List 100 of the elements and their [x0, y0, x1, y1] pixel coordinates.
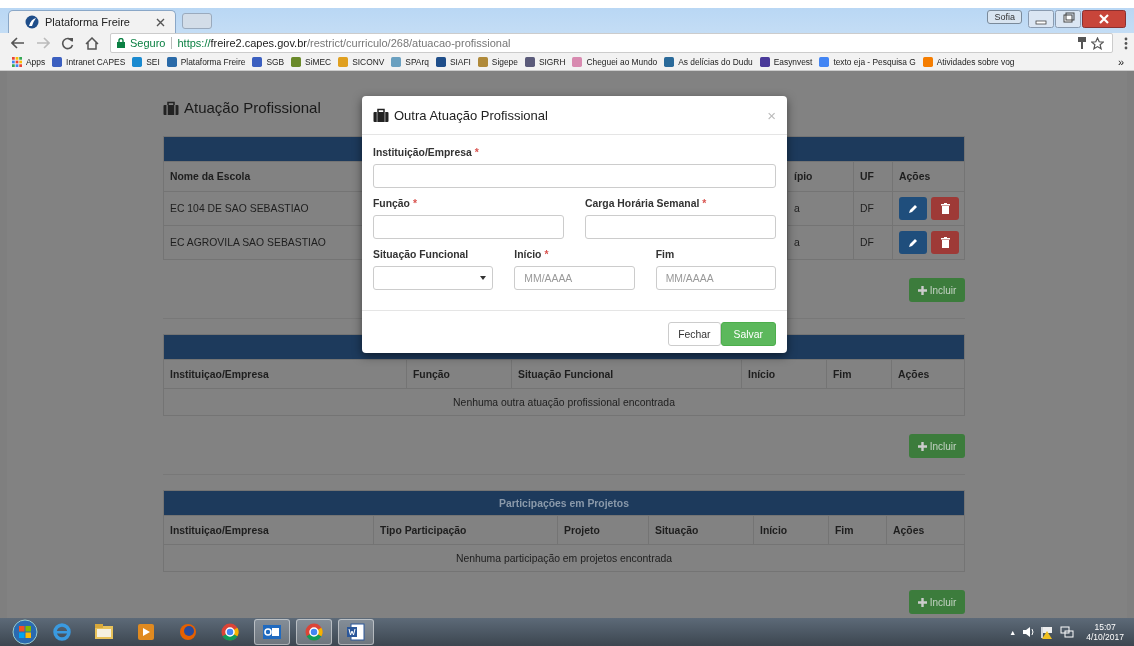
- flag-icon[interactable]: [1040, 625, 1055, 639]
- empty-message: Nenhuma outra atuação profissional encontrada: [452, 395, 676, 410]
- url-text: https://freire2.capes.gov.br/restrict/curriculo/268/atuacao-profissional: [177, 37, 511, 49]
- column-header: UF: [853, 162, 892, 191]
- trash-icon: [940, 203, 950, 214]
- column-header: Início: [741, 360, 826, 388]
- bookmark[interactable]: SEI: [132, 56, 160, 67]
- start-button-icon[interactable]: [12, 619, 38, 645]
- column-header: Instituiçao/Empresa: [169, 523, 270, 538]
- bookmark[interactable]: Sigepe: [477, 56, 518, 67]
- user-button[interactable]: Sofia: [987, 10, 1022, 24]
- bookmark-icon: [759, 56, 770, 67]
- bookmark[interactable]: Cheguei ao Mundo: [572, 56, 658, 67]
- more-bookmarks-button[interactable]: »: [1117, 55, 1124, 68]
- column-header: Situação: [648, 516, 753, 544]
- required-mark: *: [412, 198, 417, 209]
- field-label: Situação Funcional: [373, 249, 470, 260]
- bookmark[interactable]: SIGRH: [524, 56, 566, 67]
- apps-grid-icon: [12, 56, 22, 67]
- taskbar-button[interactable]: [338, 619, 374, 645]
- bookmark[interactable]: texto eja - Pesquisa G: [819, 56, 916, 67]
- table-cell: DF: [853, 226, 892, 259]
- column-header: Situação Funcional: [511, 360, 741, 388]
- column-header: Projeto: [557, 516, 648, 544]
- clock-date: 4/10/2017: [1086, 632, 1124, 642]
- close-icon[interactable]: [156, 17, 165, 27]
- back-arrow-icon[interactable]: [11, 37, 25, 49]
- taskbar-button[interactable]: [254, 619, 290, 645]
- bookmark[interactable]: SGB: [252, 56, 285, 67]
- browser-tab[interactable]: Plataforma Freire: [8, 10, 176, 33]
- bookmark-icon: [166, 56, 177, 67]
- restore-icon[interactable]: [1055, 10, 1081, 28]
- bookmark[interactable]: Apps: [12, 56, 46, 67]
- input-field[interactable]: MM/AAAA: [655, 266, 776, 290]
- bookmark-icon: [664, 56, 675, 67]
- column-header: Ações: [886, 516, 964, 544]
- site-logo-icon: [25, 15, 39, 29]
- bookmark-icon: [52, 56, 63, 67]
- column-header: Tipo Participação: [373, 516, 557, 544]
- bookmark-icon: [338, 56, 349, 67]
- bookmark-icon: [819, 56, 830, 67]
- bookmark-icon: [572, 56, 583, 67]
- network-icon[interactable]: [1060, 626, 1075, 638]
- field-label: Instituição/Empresa *: [373, 147, 480, 158]
- required-mark: *: [702, 198, 707, 209]
- field-label: Função *: [373, 198, 418, 209]
- input-field[interactable]: MM/AAAA: [514, 266, 635, 290]
- table-cell-text: EC AGROVILA SAO SEBASTIAO: [169, 236, 327, 250]
- tab-title: Plataforma Freire: [45, 16, 131, 28]
- bookmark-icon: [435, 56, 446, 67]
- column-header: Início: [753, 516, 828, 544]
- dialog-title: Outra Atuação Profissional: [394, 107, 548, 123]
- security-label: Seguro: [130, 37, 173, 49]
- bookmark-icon: [391, 56, 402, 67]
- plus-icon: [917, 597, 927, 607]
- empty-message: Nenhuma participação em projetos encontrada: [455, 551, 673, 566]
- column-header: Fim: [828, 516, 886, 544]
- speaker-icon[interactable]: [1022, 626, 1035, 638]
- browser-icon: [51, 621, 73, 643]
- bookmark[interactable]: Intranet CAPES: [52, 56, 126, 67]
- field-label: Fim: [655, 249, 676, 260]
- bookmark[interactable]: SICONV: [338, 56, 385, 67]
- bookmark-icon: [524, 56, 535, 67]
- chrome-icon: [219, 621, 241, 643]
- column-header: Fim: [826, 360, 891, 388]
- bookmark[interactable]: SIAFI: [435, 56, 471, 67]
- close-button[interactable]: Fechar: [668, 322, 721, 346]
- firefox-icon: [177, 621, 199, 643]
- bookmark-icon: [291, 56, 302, 67]
- home-icon[interactable]: [85, 36, 99, 50]
- delete-button[interactable]: [931, 231, 959, 254]
- bookmark-icon: [132, 56, 143, 67]
- menu-icon[interactable]: [1124, 36, 1128, 50]
- pencil-icon: [908, 237, 918, 248]
- bookmark[interactable]: As delícias do Dudu: [664, 56, 753, 67]
- section-heading: Atuação Profissional: [184, 99, 321, 116]
- bookmark[interactable]: Plataforma Freire: [166, 56, 246, 67]
- field-label: Início *: [514, 249, 550, 260]
- edit-button[interactable]: [899, 231, 927, 254]
- pencil-icon: [908, 203, 918, 214]
- lock-icon: [117, 38, 125, 48]
- input-field[interactable]: [373, 164, 776, 188]
- bookmark-icon: [922, 56, 933, 67]
- column-header: Ações: [891, 360, 964, 388]
- address-field[interactable]: Seguro https://freire2.capes.gov.br/restrict/curriculo/268/atuacao-profissional: [110, 33, 1113, 53]
- plus-icon: [917, 285, 927, 295]
- bookmark[interactable]: Easynvest: [759, 56, 813, 67]
- close-icon[interactable]: [1082, 10, 1126, 28]
- bookmark[interactable]: SPArq: [391, 56, 429, 67]
- bookmark[interactable]: Atividades sobre vog: [922, 56, 1015, 67]
- briefcase-icon: [163, 100, 179, 115]
- bookmark[interactable]: SiMEC: [291, 56, 332, 67]
- input-field[interactable]: [373, 215, 564, 239]
- required-mark: *: [474, 147, 479, 158]
- reload-icon[interactable]: [61, 36, 74, 50]
- input-field[interactable]: [585, 215, 776, 239]
- star-icon[interactable]: [1091, 36, 1104, 50]
- edit-button[interactable]: [899, 197, 927, 220]
- column-header: Nome da Escola: [169, 170, 252, 184]
- delete-button[interactable]: [931, 197, 959, 220]
